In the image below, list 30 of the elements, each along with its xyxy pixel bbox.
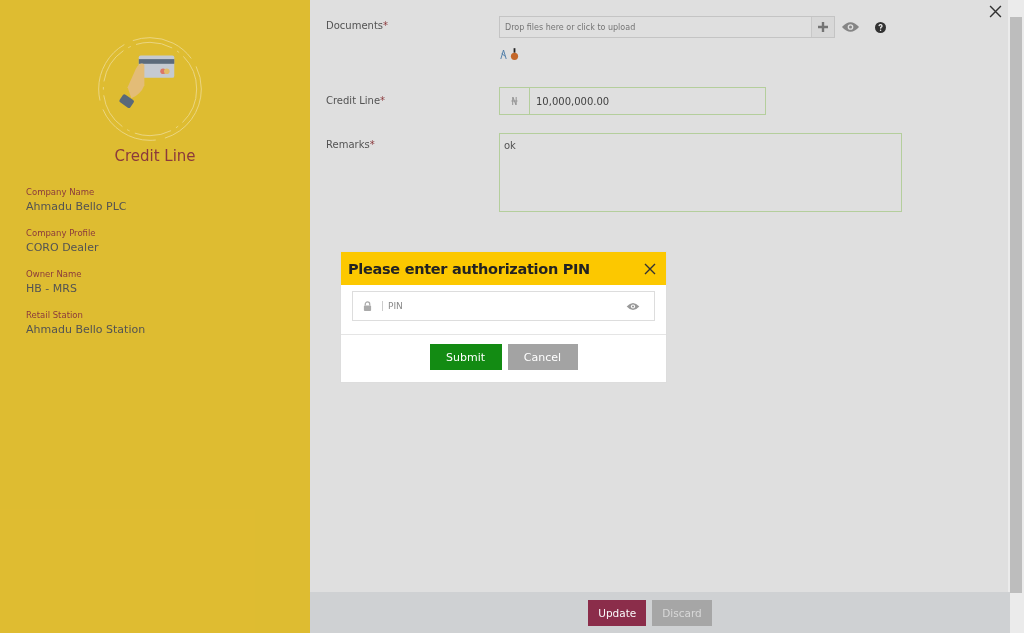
close-icon[interactable] [989,5,1002,18]
lock-icon [363,301,372,311]
close-icon[interactable] [644,262,656,275]
pin-field[interactable]: PIN [352,291,655,321]
scrollbar[interactable] [1008,0,1024,633]
remarks-field[interactable]: ok [499,133,902,212]
field-label: Company Profile [26,228,97,238]
file-thumbnail-icon[interactable] [510,48,519,61]
dialog-button[interactable]: Submit [429,344,502,370]
eye-icon[interactable] [841,21,860,33]
dialog-title: Please enter authorization PIN [348,260,590,277]
eye-icon[interactable] [626,301,640,311]
credit-line-label: Credit Line* [326,94,387,108]
field-label: Retail Station [26,310,84,320]
field-value: Ahmadu Bello PLC [26,200,128,213]
field-value: HB - MRS [26,282,78,295]
help-icon[interactable] [875,21,886,33]
field-label: Company Name [26,187,96,197]
file-drop-field[interactable]: Drop files here or click to upload [499,16,835,38]
field-value: Ahmadu Bello Station [26,323,147,336]
documents-label: Documents* [326,19,390,33]
amount-field[interactable]: ₦ 10,000,000.00 [499,87,766,115]
remarks-label: Remarks* [326,138,376,152]
dialog-button[interactable]: Cancel [507,344,578,370]
sidebar-title: Credit Line [114,147,196,165]
field-value: CORO Dealer [26,241,100,254]
field-label: Owner Name [26,269,83,279]
plus-icon [811,17,834,37]
file-thumbnail-icon[interactable] [499,48,508,61]
footer-button[interactable]: Update [588,599,647,626]
